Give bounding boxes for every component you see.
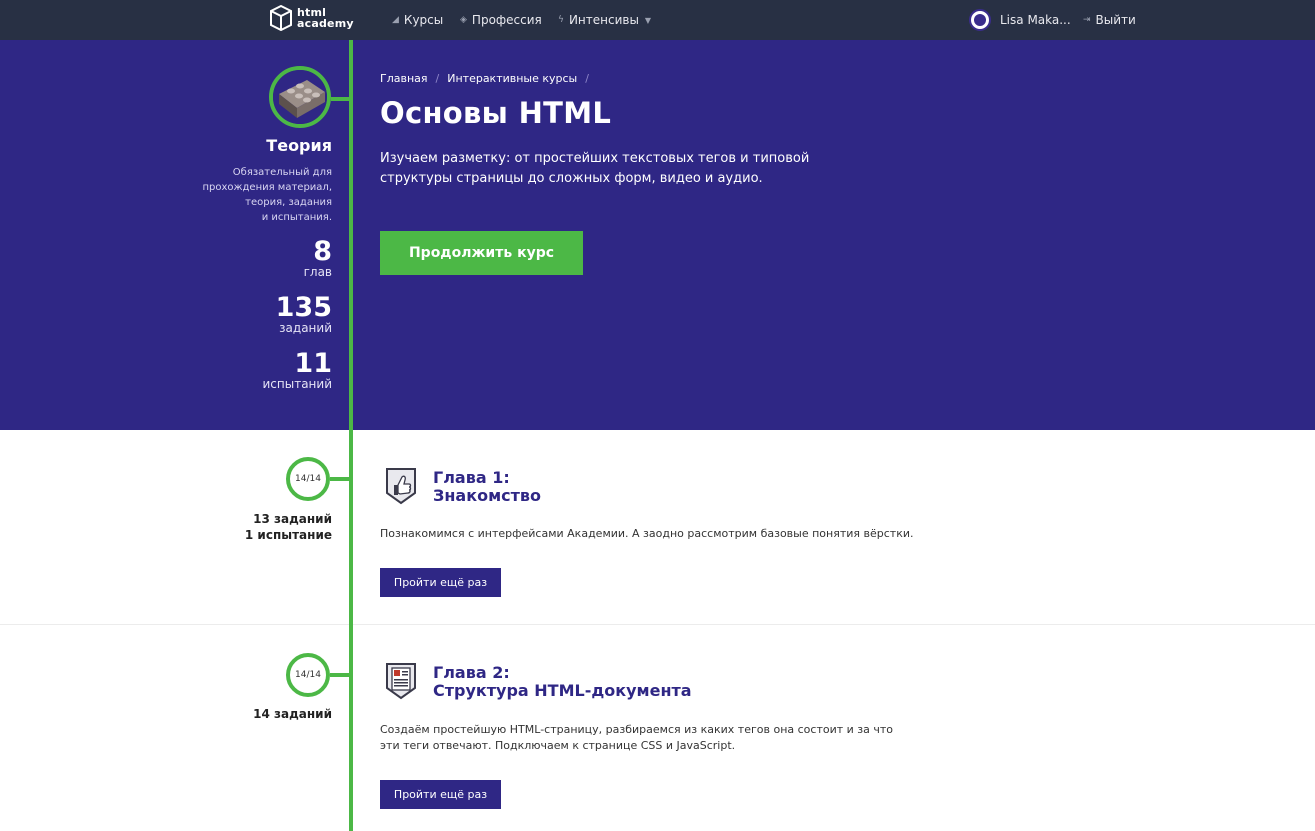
courses-icon: ◢ [392,15,399,25]
continue-course-button[interactable]: Продолжить курс [380,231,583,275]
stat-tests-count: 11 [294,348,332,379]
chapter-meta: 13 заданий 1 испытание [244,512,332,542]
progress-timeline [349,40,353,831]
logo-text: html academy [297,6,354,30]
lightning-icon: ϟ [558,15,564,25]
stat-tasks-label: заданий [279,321,332,335]
logo-cube-icon [270,5,292,31]
course-hero [0,40,1315,430]
ring-connector [330,673,351,677]
page-title: Основы HTML [380,96,612,130]
stat-tests-label: испытаний [262,377,332,391]
lego-brick-badge-icon [269,66,331,128]
stat-chapters-count: 8 [313,236,332,267]
chapter-title: Глава 2: Структура HTML-документа [433,663,692,700]
logout-link[interactable]: ⇥ Выйти [1083,0,1136,40]
retry-chapter-button[interactable]: Пройти ещё раз [380,568,501,597]
breadcrumb-home[interactable]: Главная [380,72,428,85]
chapter-title: Глава 1: Знакомство [433,468,542,505]
avatar [969,9,991,31]
breadcrumb-interactive-courses[interactable]: Интерактивные курсы [447,72,577,85]
section-description: Обязательный для прохождения материал, т… [202,167,332,223]
chevron-down-icon: ▼ [644,15,652,25]
chapter-description: Познакомимся с интерфейсами Академии. А … [380,527,914,540]
graduation-cap-icon: ◈ [460,15,467,25]
nav-intensives[interactable]: ϟ Интенсивы ▼ [558,0,651,40]
document-shield-icon [386,663,416,700]
stat-chapters-label: глав [303,265,332,279]
breadcrumb: Главная / Интерактивные курсы / [380,72,589,85]
ring-connector [330,477,351,481]
chapter-divider [0,624,1315,625]
chapter-progress-ring: 14/14 [286,457,330,501]
logout-icon: ⇥ [1083,15,1091,25]
chapter-description: Создаём простейшую HTML-страницу, разбир… [380,723,894,752]
stat-tasks-count: 135 [275,292,332,323]
thumbs-up-shield-icon [386,468,416,505]
html-academy-logo[interactable]: html academy [270,4,354,32]
user-name: Lisa Maka... [1000,13,1071,27]
nav-courses[interactable]: ◢ Курсы [392,0,443,40]
user-menu[interactable]: Lisa Maka... [969,0,1071,40]
chapter-progress-ring: 14/14 [286,653,330,697]
chapter-meta: 14 заданий [253,707,332,721]
course-description: Изучаем разметку: от простейших текстовы… [380,151,810,186]
top-navigation-bar: html academy ◢ Курсы ◈ Профессия ϟ Интен… [0,0,1315,40]
badge-connector [331,97,351,101]
section-title: Теория [266,136,332,155]
retry-chapter-button[interactable]: Пройти ещё раз [380,780,501,809]
nav-profession[interactable]: ◈ Профессия [460,0,542,40]
